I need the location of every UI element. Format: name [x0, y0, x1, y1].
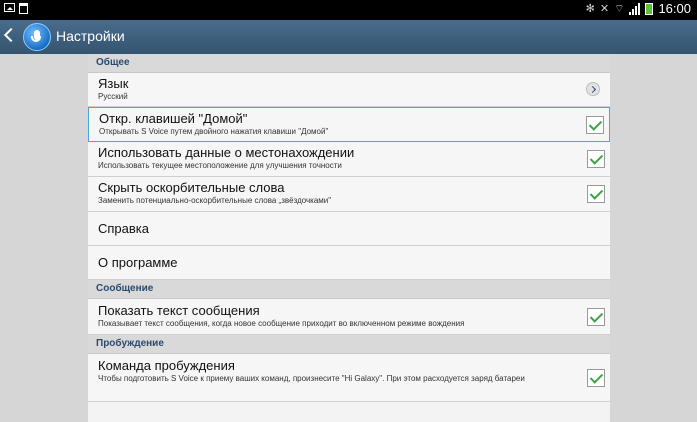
setting-language[interactable]: Язык Русский	[88, 73, 610, 107]
notification-icons	[4, 3, 28, 14]
setting-title: Язык	[98, 76, 129, 91]
section-header-wakeup: Пробуждение	[88, 335, 610, 354]
setting-title: О программе	[98, 255, 178, 270]
back-icon[interactable]	[3, 27, 19, 43]
setting-about[interactable]: О программе	[88, 246, 610, 280]
bluetooth-icon: ✻	[585, 3, 595, 15]
setting-subtitle: Чтобы подготовить S Voice к приему ваших…	[98, 374, 525, 383]
setting-subtitle: Открывать S Voice путем двойного нажатия…	[99, 127, 329, 136]
signal-icon	[629, 3, 641, 15]
wifi-icon: ⌔	[614, 3, 625, 15]
settings-list: Общее Язык Русский Откр. клавишей "Домой…	[88, 54, 610, 422]
action-bar: Настройки	[0, 20, 697, 54]
setting-title: Скрыть оскорбительные слова	[98, 180, 285, 195]
system-icons: ✻ ✕ ⌔ 16:00	[586, 2, 691, 16]
screenshot-icon	[4, 3, 15, 12]
setting-home-key[interactable]: Откр. клавишей "Домой" Открывать S Voice…	[88, 107, 610, 142]
status-bar: ✻ ✕ ⌔ 16:00	[0, 0, 697, 20]
wake-command-checkbox[interactable]	[587, 368, 605, 387]
home-key-checkbox[interactable]	[586, 115, 604, 134]
section-header-message: Сообщение	[88, 280, 610, 299]
setting-help[interactable]: Справка	[88, 212, 610, 246]
show-message-checkbox[interactable]	[587, 307, 605, 326]
setting-show-message[interactable]: Показать текст сообщения Показывает текс…	[88, 299, 610, 335]
setting-title: Справка	[98, 221, 149, 236]
setting-subtitle: Русский	[98, 92, 128, 101]
mute-icon: ✕	[599, 3, 610, 15]
location-checkbox[interactable]	[587, 150, 605, 168]
clock: 16:00	[658, 1, 691, 16]
download-icon	[19, 3, 28, 14]
setting-subtitle: Использовать текущее местоположение для …	[98, 161, 342, 170]
setting-subtitle: Заменить потенциально-оскорбительные сло…	[98, 196, 332, 205]
setting-subtitle: Показывает текст сообщения, когда новое …	[98, 319, 465, 328]
setting-title: Откр. клавишей "Домой"	[99, 111, 248, 126]
s-voice-app-icon[interactable]	[23, 23, 51, 51]
hide-offensive-checkbox[interactable]	[587, 185, 605, 203]
setting-title: Команда пробуждения	[98, 358, 235, 373]
setting-title: Использовать данные о местонахождении	[98, 145, 355, 160]
section-header-general: Общее	[88, 54, 610, 73]
setting-wake-command[interactable]: Команда пробуждения Чтобы подготовить S …	[88, 354, 610, 402]
setting-hide-offensive[interactable]: Скрыть оскорбительные слова Заменить пот…	[88, 177, 610, 212]
battery-icon	[645, 3, 654, 15]
page-title: Настройки	[56, 28, 125, 44]
setting-location[interactable]: Использовать данные о местонахождении Ис…	[88, 142, 610, 177]
chevron-right-icon	[586, 81, 600, 96]
setting-title: Показать текст сообщения	[98, 303, 260, 318]
